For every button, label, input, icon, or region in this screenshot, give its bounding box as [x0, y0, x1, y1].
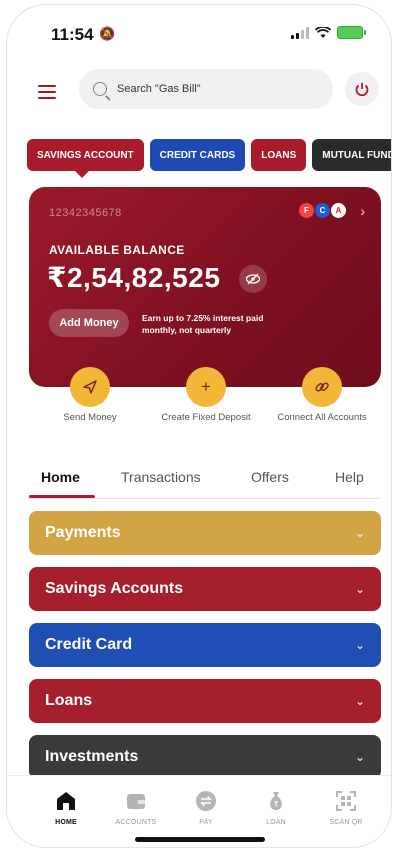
- quick-action-connect-all-accounts[interactable]: Connect All Accounts: [277, 367, 367, 423]
- nav-loan-label: LOAN: [266, 819, 286, 826]
- chevron-down-icon: ⌄: [354, 750, 365, 764]
- chevron-down-icon: ⌄: [354, 638, 365, 652]
- send-icon: [70, 367, 110, 407]
- hide-balance-eye-icon[interactable]: [239, 265, 267, 293]
- connect-all-accounts-label: Connect All Accounts: [277, 412, 367, 423]
- home-indicator: [135, 837, 265, 842]
- logout-power-icon[interactable]: [345, 72, 379, 106]
- nav-scan-qr[interactable]: SCAN QR: [313, 788, 379, 826]
- nav-pay[interactable]: PAY: [173, 788, 239, 826]
- nav-accounts[interactable]: ACCOUNTS: [103, 788, 169, 826]
- balance-card: 12342345678 FCA › AVAILABLE BALANCE ₹2,5…: [29, 187, 381, 387]
- account-number: 12342345678: [49, 207, 122, 219]
- quick-action-create-fixed-deposit[interactable]: + Create Fixed Deposit: [161, 367, 251, 423]
- accordion-label: Payments: [45, 524, 121, 541]
- chevron-right-icon[interactable]: ›: [360, 203, 365, 219]
- phone-screen: 11:54 🔕 Search "Gas Bill" SAVINGS ACCOUN…: [6, 4, 392, 848]
- battery-charging-icon: [337, 26, 366, 39]
- accordion-credit-card[interactable]: Credit Card ⌄: [29, 623, 381, 667]
- section-tabs: Home Transactions Offers Help: [29, 467, 381, 499]
- chevron-down-icon: ⌄: [354, 582, 365, 596]
- bell-muted-icon: 🔕: [99, 26, 116, 41]
- wallet-icon: [123, 788, 149, 814]
- accordion-payments[interactable]: Payments ⌄: [29, 511, 381, 555]
- create-fixed-deposit-label: Create Fixed Deposit: [161, 412, 251, 423]
- hamburger-menu-icon[interactable]: [35, 81, 59, 103]
- accordion-label: Credit Card: [45, 636, 133, 653]
- product-tab-savings-account[interactable]: SAVINGS ACCOUNT: [27, 139, 144, 178]
- available-balance-label: AVAILABLE BALANCE: [49, 243, 185, 257]
- signal-icon: [291, 26, 309, 39]
- balance-amount: ₹2,54,82,525: [47, 262, 221, 293]
- product-tab-credit-cards[interactable]: CREDIT CARDS: [149, 139, 246, 171]
- product-tabs: SAVINGS ACCOUNT CREDIT CARDS LOANS MUTUA…: [27, 139, 391, 178]
- add-money-button[interactable]: Add Money: [49, 309, 129, 337]
- nav-pay-label: PAY: [199, 819, 213, 826]
- search-bar[interactable]: Search "Gas Bill": [79, 69, 333, 109]
- home-icon: [53, 788, 79, 814]
- chevron-down-icon: ⌄: [354, 694, 365, 708]
- chevron-down-icon: ⌄: [354, 526, 365, 540]
- tab-transactions[interactable]: Transactions: [121, 469, 201, 485]
- plus-icon: +: [186, 367, 226, 407]
- accordion-label: Investments: [45, 748, 139, 765]
- interest-note: Earn up to 7.25% interest paid monthly, …: [142, 313, 264, 335]
- transfer-icon: [193, 788, 219, 814]
- send-money-label: Send Money: [63, 412, 117, 423]
- nav-loan[interactable]: ₹ LOAN: [243, 788, 309, 826]
- nav-scan-qr-label: SCAN QR: [329, 819, 363, 826]
- active-tab-indicator: [29, 495, 95, 498]
- qr-scan-icon: [333, 788, 359, 814]
- nav-accounts-label: ACCOUNTS: [115, 819, 157, 826]
- product-tab-loans[interactable]: LOANS: [251, 139, 307, 171]
- search-icon: [93, 82, 107, 96]
- product-tab-mutual-fund[interactable]: MUTUAL FUND: [312, 139, 391, 171]
- money-bag-icon: ₹: [263, 788, 289, 814]
- link-icon: [302, 367, 342, 407]
- tab-offers[interactable]: Offers: [251, 469, 289, 485]
- accordion-loans[interactable]: Loans ⌄: [29, 679, 381, 723]
- wifi-icon: [315, 26, 331, 38]
- linked-banks-logo[interactable]: FCA: [299, 203, 346, 218]
- quick-action-send-money[interactable]: Send Money: [45, 367, 135, 423]
- nav-home-label: HOME: [55, 819, 77, 826]
- accordion-investments[interactable]: Investments ⌄: [29, 735, 381, 779]
- accordion-savings-accounts[interactable]: Savings Accounts ⌄: [29, 567, 381, 611]
- accordion-label: Loans: [45, 692, 93, 709]
- status-bar: 11:54 🔕: [7, 23, 391, 47]
- status-time: 11:54: [51, 25, 94, 44]
- tab-help[interactable]: Help: [335, 469, 364, 485]
- nav-home[interactable]: HOME: [33, 788, 99, 826]
- svg-text:₹: ₹: [273, 800, 278, 809]
- search-placeholder: Search "Gas Bill": [117, 83, 201, 95]
- accordion-label: Savings Accounts: [45, 580, 184, 597]
- tab-home[interactable]: Home: [41, 469, 80, 485]
